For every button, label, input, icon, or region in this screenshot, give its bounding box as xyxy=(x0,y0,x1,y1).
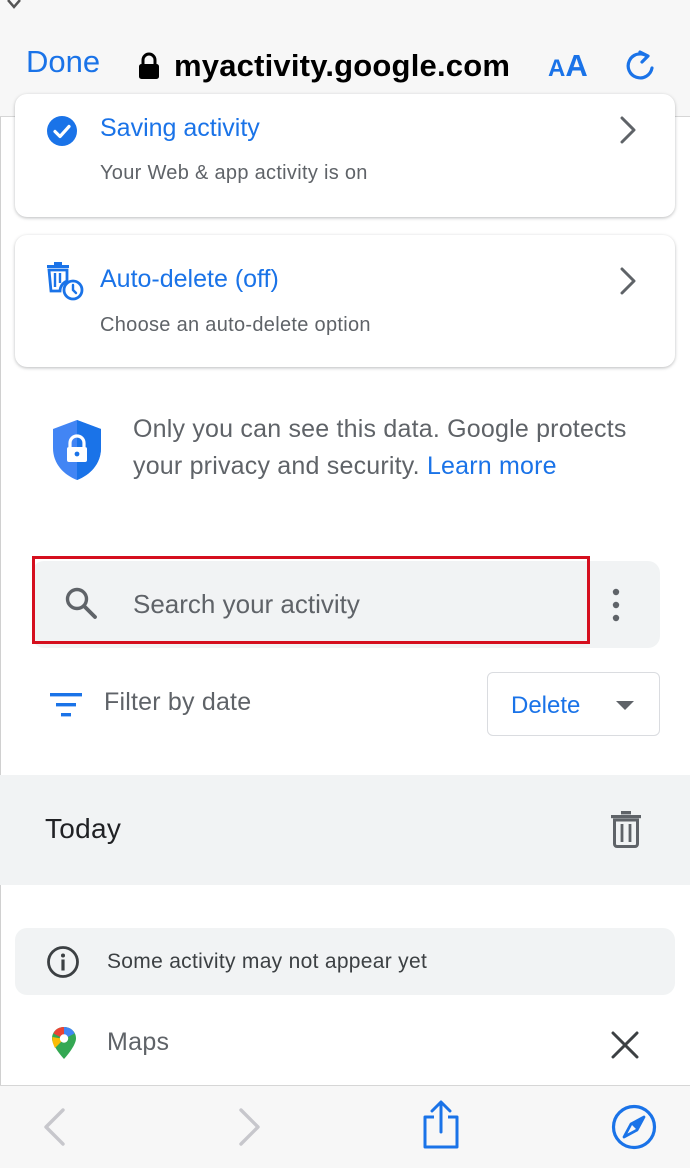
auto-delete-icon xyxy=(47,262,84,301)
window-edge xyxy=(0,0,1,1167)
search-icon[interactable] xyxy=(63,585,99,621)
browser-bottom-toolbar xyxy=(0,1085,690,1168)
saving-activity-title: Saving activity xyxy=(100,114,260,142)
auto-delete-card[interactable]: Auto-delete (off) Choose an auto-delete … xyxy=(15,235,675,367)
delete-label: Delete xyxy=(511,692,581,719)
chevron-right-icon xyxy=(620,116,636,144)
info-icon xyxy=(47,946,79,978)
forward-arrow-icon[interactable] xyxy=(238,1107,262,1147)
shield-lock-icon xyxy=(53,420,101,480)
lock-icon xyxy=(139,52,159,79)
caret-down-icon xyxy=(616,701,634,710)
learn-more-link[interactable]: Learn more xyxy=(427,452,557,480)
more-options-icon[interactable] xyxy=(604,584,628,626)
privacy-notice: Only you can see this data. Google prote… xyxy=(133,411,663,485)
saving-activity-card[interactable]: Saving activity Your Web & app activity … xyxy=(15,94,675,217)
back-arrow-icon[interactable] xyxy=(42,1107,66,1147)
address-bar[interactable]: myactivity.google.com xyxy=(138,44,510,88)
saving-activity-subtitle: Your Web & app activity is on xyxy=(100,162,368,184)
filter-icon[interactable] xyxy=(49,690,83,720)
search-input[interactable] xyxy=(133,584,563,624)
text-size-large-glyph: A xyxy=(565,48,588,83)
url-text: myactivity.google.com xyxy=(174,48,511,83)
chevron-right-icon xyxy=(620,267,636,295)
auto-delete-subtitle: Choose an auto-delete option xyxy=(100,314,371,336)
text-size-small-glyph: A xyxy=(548,55,566,82)
list-item-label[interactable]: Maps xyxy=(107,1028,169,1057)
today-label: Today xyxy=(45,813,122,844)
share-icon[interactable] xyxy=(421,1100,461,1150)
auto-delete-title: Auto-delete (off) xyxy=(100,265,279,293)
reload-icon[interactable] xyxy=(622,48,658,84)
maps-pin-icon xyxy=(52,1027,76,1059)
compass-icon[interactable] xyxy=(611,1104,657,1150)
filter-by-date-label[interactable]: Filter by date xyxy=(104,688,251,717)
text-size-button[interactable]: AA xyxy=(548,48,588,84)
partial-icon xyxy=(7,0,21,9)
delete-dropdown-button[interactable]: Delete xyxy=(487,672,660,736)
trash-icon[interactable] xyxy=(610,810,642,848)
done-button[interactable]: Done xyxy=(26,44,100,80)
close-icon[interactable] xyxy=(610,1030,640,1060)
check-circle-icon xyxy=(47,116,77,146)
notice-text: Some activity may not appear yet xyxy=(107,950,428,973)
